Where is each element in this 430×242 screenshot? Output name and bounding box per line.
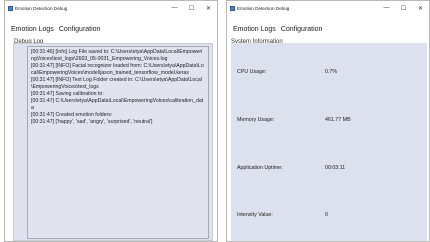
debug-window-right: Emotion Detection Debug — ☐ ✕ Emotion Lo… [226, 0, 430, 242]
minimize-button[interactable]: — [166, 1, 183, 15]
app-icon [230, 5, 235, 11]
tab-emotion-logs[interactable]: Emotion Logs [233, 26, 276, 33]
window-controls: — ☐ ✕ [378, 1, 429, 15]
tab-bar: Emotion Logs Configuration [5, 15, 217, 33]
minimize-button[interactable]: — [378, 1, 395, 15]
title-bar: Emotion Detection Debug — ☐ ✕ [227, 1, 429, 15]
window-title: Emotion Detection Debug [15, 5, 68, 11]
memory-usage-value: 461.77 MB [325, 117, 351, 123]
window-title: Emotion Detection Debug [237, 5, 290, 11]
tab-configuration[interactable]: Configuration [281, 26, 323, 33]
debug-log-text[interactable]: [00:31:46] [Info] Log File saved to: C:\… [27, 46, 209, 239]
memory-usage-label: Memory Usage: [237, 117, 275, 123]
title-bar: Emotion Detection Debug — ☐ ✕ [5, 1, 217, 15]
tab-bar: Emotion Logs Configuration [227, 15, 429, 33]
intensity-value: 0 [325, 212, 328, 218]
uptime-label: Application Uptime: [237, 165, 283, 171]
system-info-panel: CPU Usage: 0.7% Memory Usage: 461.77 MB … [231, 43, 427, 241]
window-controls: — ☐ ✕ [166, 1, 217, 15]
close-button[interactable]: ✕ [200, 1, 217, 15]
cpu-usage-label: CPU Usage: [237, 69, 267, 75]
tab-configuration[interactable]: Configuration [59, 26, 101, 33]
cpu-usage-value: 0.7% [325, 69, 338, 75]
uptime-value: 00:03:11 [325, 165, 346, 171]
close-button[interactable]: ✕ [412, 1, 429, 15]
maximize-button[interactable]: ☐ [183, 1, 200, 15]
maximize-button[interactable]: ☐ [395, 1, 412, 15]
intensity-label: Intensity Value: [237, 212, 273, 218]
debug-window-left: Emotion Detection Debug — ☐ ✕ Emotion Lo… [4, 0, 218, 242]
tab-emotion-logs[interactable]: Emotion Logs [11, 26, 54, 33]
app-icon [8, 5, 13, 11]
